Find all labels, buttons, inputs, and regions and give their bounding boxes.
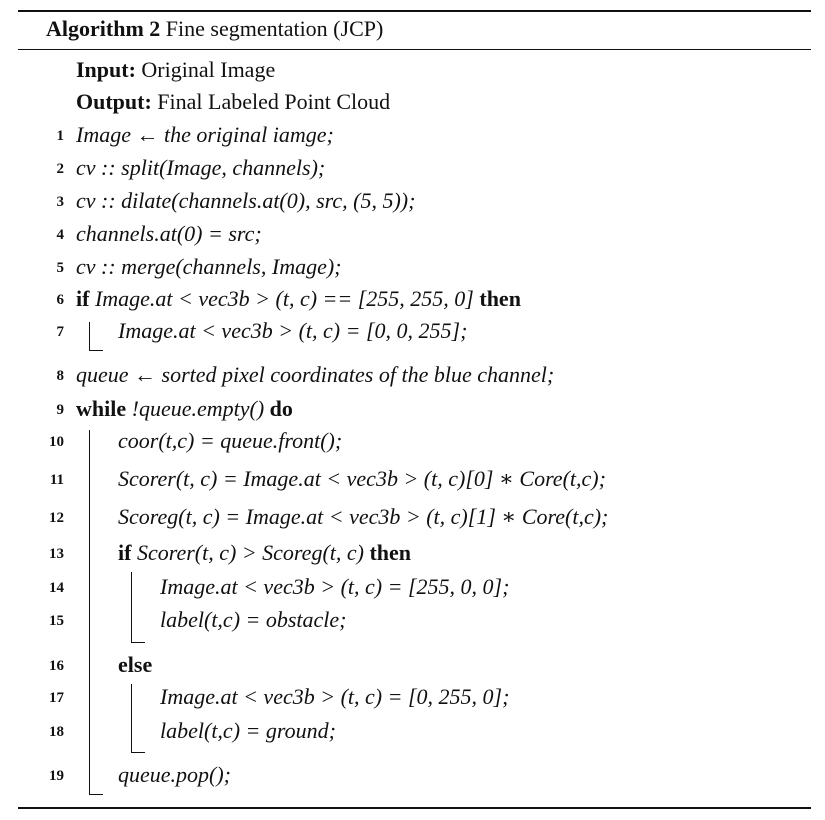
statement: Image.at < vec3b > (t, c) == [255, 255, … <box>94 286 474 311</box>
statement: cv :: merge(channels, Image); <box>76 254 342 279</box>
keyword: if <box>118 540 132 565</box>
while-block-end <box>89 794 103 795</box>
statement: label(t,c) = obstacle; <box>160 607 347 632</box>
keyword: else <box>118 652 153 677</box>
algorithm-line: Image.at < vec3b > (t, c) = [255, 0, 0]; <box>160 574 509 600</box>
statement: channels.at(0) = src; <box>76 221 262 246</box>
statement: Image.at < vec3b > (t, c) = [0, 0, 255]; <box>118 318 468 343</box>
statement: queue.pop(); <box>118 762 232 787</box>
then-block-end <box>131 642 145 643</box>
algorithm-line: label(t,c) = ground; <box>160 718 336 744</box>
line-number: 1 <box>56 128 65 144</box>
caption-label: Algorithm 2 <box>46 16 161 41</box>
statement: !queue.empty() <box>131 396 265 421</box>
bottom-rule <box>18 807 811 809</box>
algorithm-line: Scoreg(t, c) = Image.at < vec3b > (t, c)… <box>118 504 608 530</box>
algorithm-line: if Image.at < vec3b > (t, c) == [255, 25… <box>76 286 521 312</box>
line-number: 5 <box>56 260 65 276</box>
line-number: 16 <box>49 658 64 674</box>
output-value: Final Labeled Point Cloud <box>157 89 391 114</box>
keyword: then <box>369 540 412 565</box>
top-rule <box>18 10 811 12</box>
input-value: Original Image <box>141 57 276 82</box>
algorithm-line: Scorer(t, c) = Image.at < vec3b > (t, c)… <box>118 466 606 492</box>
line-number: 18 <box>49 724 64 740</box>
line-number: 19 <box>49 768 64 784</box>
algorithm-line: while !queue.empty() do <box>76 396 293 422</box>
line-number: 2 <box>56 161 65 177</box>
statement: Image.at < vec3b > (t, c) = [0, 255, 0]; <box>160 684 510 709</box>
statement: Scorer(t, c) > Scoreg(t, c) <box>136 540 364 565</box>
statement: label(t,c) = ground; <box>160 718 336 743</box>
statement: Image.at < vec3b > (t, c) = [255, 0, 0]; <box>160 574 510 599</box>
algorithm-line: else <box>118 652 152 678</box>
caption-title: Fine segmentation (JCP) <box>165 16 384 41</box>
algorithm-line: Image ← the original iamge; <box>76 122 334 148</box>
algorithm-line: Image.at < vec3b > (t, c) = [0, 0, 255]; <box>118 318 467 344</box>
algorithm-line: cv :: dilate(channels.at(0), src, (5, 5)… <box>76 188 415 214</box>
line-number: 17 <box>49 690 64 706</box>
statement: queue ← sorted pixel coordinates of the … <box>76 362 555 387</box>
algorithm-line: cv :: split(Image, channels); <box>76 155 325 181</box>
statement: Scoreg(t, c) = Image.at < vec3b > (t, c)… <box>118 504 609 529</box>
statement: cv :: split(Image, channels); <box>76 155 326 180</box>
line-number: 14 <box>49 580 64 596</box>
statement: Scorer(t, c) = Image.at < vec3b > (t, c)… <box>118 466 606 491</box>
input-label: Input: <box>76 57 136 82</box>
algorithm-line: queue ← sorted pixel coordinates of the … <box>76 362 554 388</box>
else-block-bar <box>131 684 132 752</box>
algorithm-line: cv :: merge(channels, Image); <box>76 254 342 280</box>
algorithm-line: coor(t,c) = queue.front(); <box>118 428 342 454</box>
line-number: 10 <box>49 434 64 450</box>
keyword: do <box>269 396 293 421</box>
line-number: 12 <box>49 510 64 526</box>
line-number: 7 <box>56 324 65 340</box>
line-number: 6 <box>56 292 65 308</box>
caption-rule <box>18 49 811 50</box>
input-line: Input: Original Image <box>76 57 275 83</box>
algorithm-line: queue.pop(); <box>118 762 231 788</box>
algorithm-caption: Algorithm 2 Fine segmentation (JCP) <box>46 16 383 42</box>
line-number: 9 <box>56 402 65 418</box>
output-line: Output: Final Labeled Point Cloud <box>76 89 390 115</box>
line-number: 13 <box>49 546 64 562</box>
else-block-end <box>131 752 145 753</box>
algorithm-line: Image.at < vec3b > (t, c) = [0, 255, 0]; <box>160 684 509 710</box>
keyword: if <box>76 286 90 311</box>
keyword: then <box>479 286 521 311</box>
statement: cv :: dilate(channels.at(0), src, (5, 5)… <box>76 188 416 213</box>
if-block-end <box>89 350 103 351</box>
output-label: Output: <box>76 89 152 114</box>
while-block-bar <box>89 430 90 794</box>
if-block-bar <box>89 322 90 350</box>
line-number: 11 <box>49 472 64 488</box>
statement: Image ← the original iamge; <box>76 122 334 147</box>
algorithm-line: if Scorer(t, c) > Scoreg(t, c) then <box>118 540 411 566</box>
line-number: 8 <box>56 368 65 384</box>
algorithm-line: label(t,c) = obstacle; <box>160 607 347 633</box>
keyword: while <box>76 396 127 421</box>
line-number: 15 <box>49 613 64 629</box>
statement: coor(t,c) = queue.front(); <box>118 428 343 453</box>
line-number: 3 <box>56 194 65 210</box>
line-number: 4 <box>56 227 65 243</box>
algorithm-line: channels.at(0) = src; <box>76 221 262 247</box>
then-block-bar <box>131 572 132 642</box>
